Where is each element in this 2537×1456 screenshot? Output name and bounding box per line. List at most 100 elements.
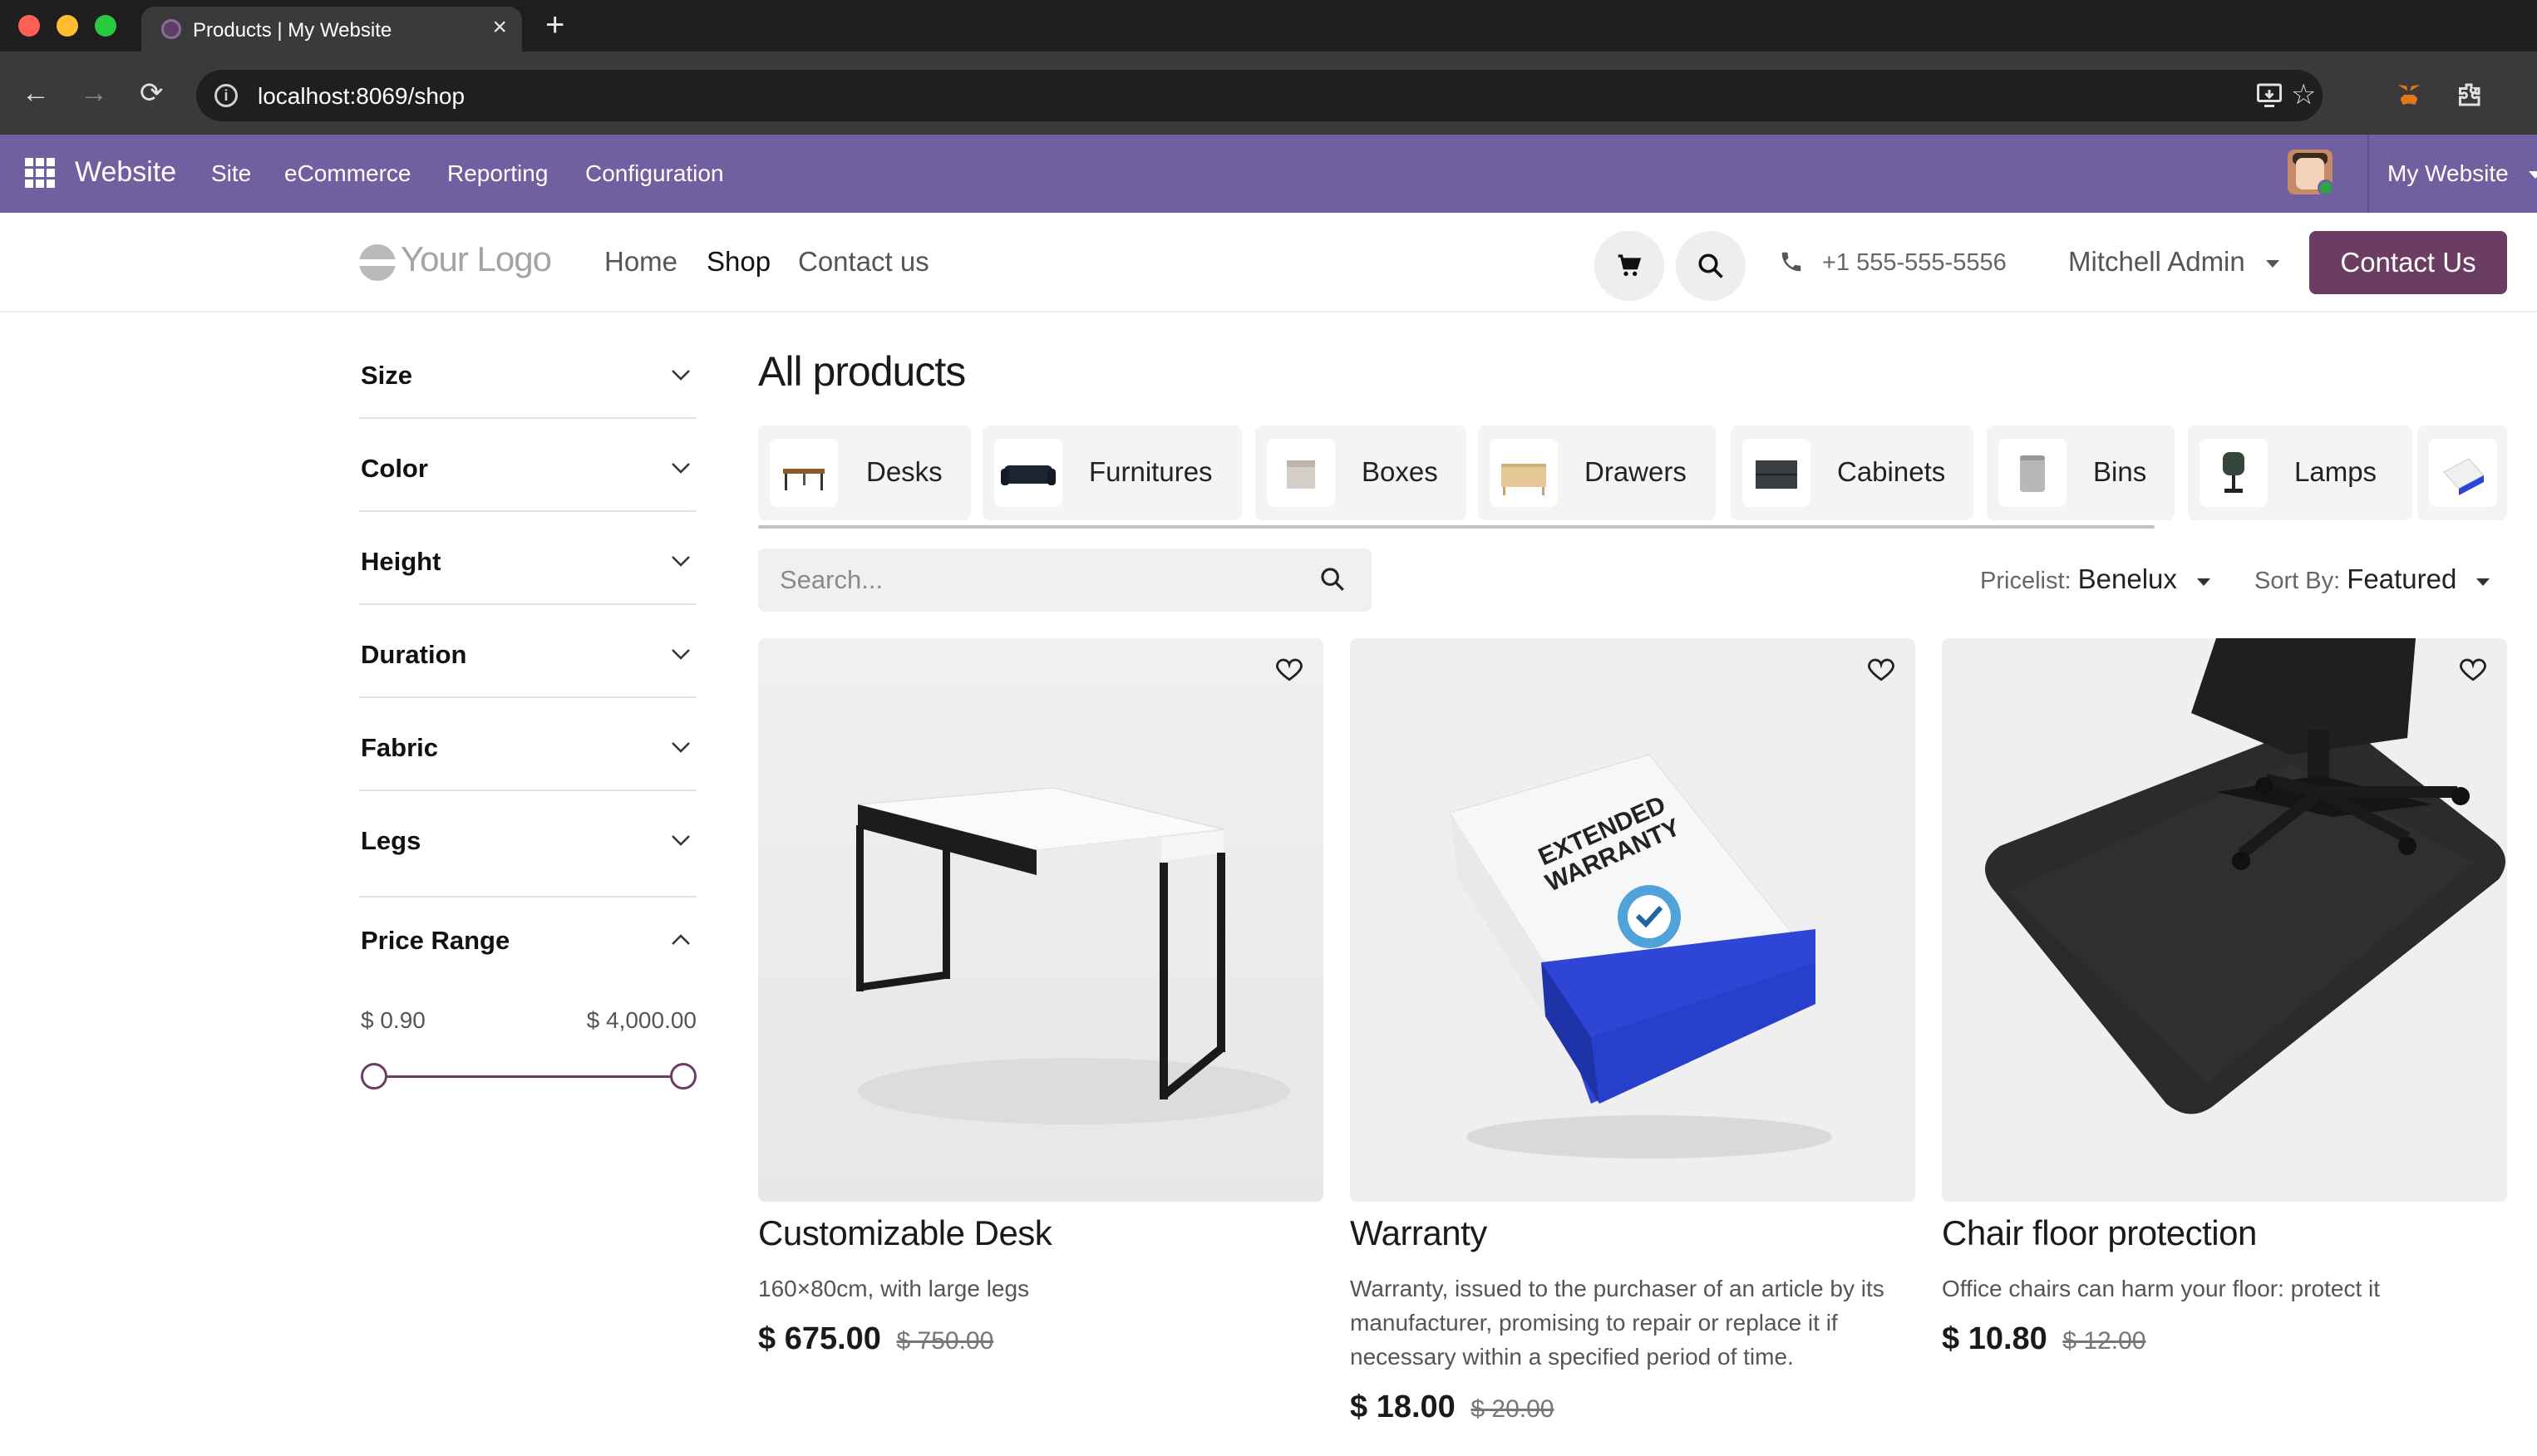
sort-value: Featured <box>2347 563 2457 594</box>
sort-label: Sort By: <box>2254 568 2341 594</box>
category-thumbnail <box>1267 439 1335 507</box>
wishlist-heart-icon[interactable] <box>1273 653 1305 685</box>
original-price: $ 20.00 <box>1470 1395 1554 1423</box>
website-switcher[interactable]: My Website <box>2387 160 2537 187</box>
product-description: Warranty, issued to the purchaser of an … <box>1350 1276 1884 1370</box>
close-tab-icon[interactable]: × <box>492 15 507 40</box>
category-desks[interactable]: Desks <box>758 425 971 520</box>
install-app-icon[interactable] <box>2254 80 2284 117</box>
filter-size[interactable]: Size <box>359 347 697 419</box>
metamask-extension-icon[interactable] <box>2394 80 2424 117</box>
bookmark-star-icon[interactable]: ☆ <box>2291 78 2316 111</box>
price-max-label: $ 4,000.00 <box>586 1007 697 1033</box>
menu-ecommerce[interactable]: eCommerce <box>284 160 411 187</box>
category-label: Desks <box>866 456 943 487</box>
category-boxes[interactable]: Boxes <box>1255 425 1466 520</box>
maximize-window-button[interactable] <box>95 15 116 37</box>
user-menu[interactable]: Mitchell Admin <box>2068 246 2279 278</box>
url-text[interactable]: localhost:8069/shop <box>258 83 465 110</box>
nav-home[interactable]: Home <box>604 246 677 278</box>
chevron-down-icon <box>672 649 690 660</box>
pricelist-dropdown[interactable]: Pricelist: Benelux <box>1980 563 2210 595</box>
category-label: Furnitures <box>1089 456 1213 487</box>
address-bar[interactable]: i localhost:8069/shop ☆ <box>196 70 2323 121</box>
filter-duration[interactable]: Duration <box>359 605 697 698</box>
page-title: All products <box>758 348 966 395</box>
site-logo[interactable]: Your Logo <box>401 239 552 279</box>
search-icon[interactable] <box>1318 565 1347 593</box>
cart-icon <box>1618 254 1642 276</box>
chevron-down-icon <box>672 556 690 567</box>
phone-number[interactable]: +1 555-555-5556 <box>1822 249 2007 277</box>
product-image-floor-mat[interactable] <box>1942 638 2507 1202</box>
product-price: $ 18.00 $ 20.00 <box>1350 1390 1554 1425</box>
filter-legs[interactable]: Legs <box>359 791 697 898</box>
filter-height[interactable]: Height <box>359 512 697 605</box>
site-info-icon[interactable]: i <box>214 84 238 107</box>
user-avatar[interactable] <box>2288 150 2333 194</box>
category-thumbnail <box>2429 439 2497 507</box>
filter-title: Color <box>361 454 428 483</box>
nav-contact-us[interactable]: Contact us <box>798 246 929 278</box>
category-drawers[interactable]: Drawers <box>1478 425 1716 520</box>
wishlist-heart-icon[interactable] <box>1865 653 1897 685</box>
user-name: Mitchell Admin <box>2068 246 2245 277</box>
price-slider-track[interactable] <box>374 1075 683 1078</box>
category-thumbnail <box>1742 439 1810 507</box>
price-min-label: $ 0.90 <box>361 1007 426 1033</box>
category-lamps[interactable]: Lamps <box>2188 425 2412 520</box>
reload-icon[interactable]: ⟳ <box>140 76 164 110</box>
cart-button[interactable] <box>1594 231 1664 301</box>
category-label: Boxes <box>1362 456 1438 487</box>
product-name[interactable]: Chair floor protection <box>1942 1213 2257 1253</box>
wishlist-heart-icon[interactable] <box>2457 653 2489 685</box>
product-image-warranty[interactable]: EXTENDED WARRANTY <box>1350 638 1915 1202</box>
app-name[interactable]: Website <box>75 156 176 189</box>
price-slider-min-handle[interactable] <box>361 1063 387 1090</box>
product-description: 160×80cm, with large legs <box>758 1276 1030 1301</box>
menu-site[interactable]: Site <box>211 160 251 187</box>
menu-reporting[interactable]: Reporting <box>447 160 548 187</box>
browser-toolbar: ← → ⟳ i localhost:8069/shop ☆ <box>0 52 2537 135</box>
logo-mark-icon[interactable] <box>359 244 396 281</box>
price-slider-max-handle[interactable] <box>670 1063 697 1090</box>
new-tab-icon[interactable]: + <box>545 7 564 43</box>
phone-icon <box>1779 249 1804 281</box>
filter-color[interactable]: Color <box>359 419 697 512</box>
nav-shop[interactable]: Shop <box>707 246 771 278</box>
apps-grid-icon[interactable] <box>25 158 55 188</box>
category-bins[interactable]: Bins <box>1987 425 2175 520</box>
product-search[interactable] <box>758 548 1372 612</box>
website-header: Your Logo Home Shop Contact us +1 555-55… <box>0 213 2537 312</box>
close-window-button[interactable] <box>18 15 40 37</box>
filter-price-range[interactable]: Price Range <box>359 898 697 977</box>
product-name[interactable]: Warranty <box>1350 1213 1487 1253</box>
category-scrollbar[interactable] <box>758 525 2155 529</box>
category-more[interactable] <box>2417 425 2507 520</box>
filter-fabric[interactable]: Fabric <box>359 698 697 791</box>
product-name[interactable]: Customizable Desk <box>758 1213 1052 1253</box>
contact-us-button[interactable]: Contact Us <box>2309 231 2507 294</box>
menu-configuration[interactable]: Configuration <box>585 160 724 187</box>
floor-mat-image <box>1942 638 2507 1202</box>
sort-dropdown[interactable]: Sort By: Featured <box>2254 563 2490 595</box>
chevron-down-icon <box>672 370 690 381</box>
filter-title: Legs <box>361 826 421 855</box>
category-cabinets[interactable]: Cabinets <box>1731 425 1973 520</box>
forward-arrow-icon[interactable]: → <box>80 76 108 110</box>
product-image-desk[interactable] <box>758 638 1323 1202</box>
warranty-box-image <box>1350 638 1915 1202</box>
browser-tab-bar: Products | My Website × + <box>0 0 2537 52</box>
search-input[interactable] <box>780 565 1278 595</box>
browser-tab[interactable]: Products | My Website × <box>141 7 522 52</box>
chevron-down-icon <box>672 835 690 846</box>
product-price: $ 10.80 $ 12.00 <box>1942 1321 2145 1357</box>
product-description: Office chairs can harm your floor: prote… <box>1942 1276 2381 1301</box>
search-button[interactable] <box>1676 231 1746 301</box>
category-furnitures[interactable]: Furnitures <box>983 425 1242 520</box>
back-arrow-icon[interactable]: ← <box>22 76 50 110</box>
minimize-window-button[interactable] <box>57 15 78 37</box>
tab-title: Products | My Website <box>193 19 392 42</box>
extensions-puzzle-icon[interactable] <box>2454 80 2484 117</box>
category-label: Cabinets <box>1837 456 1946 487</box>
